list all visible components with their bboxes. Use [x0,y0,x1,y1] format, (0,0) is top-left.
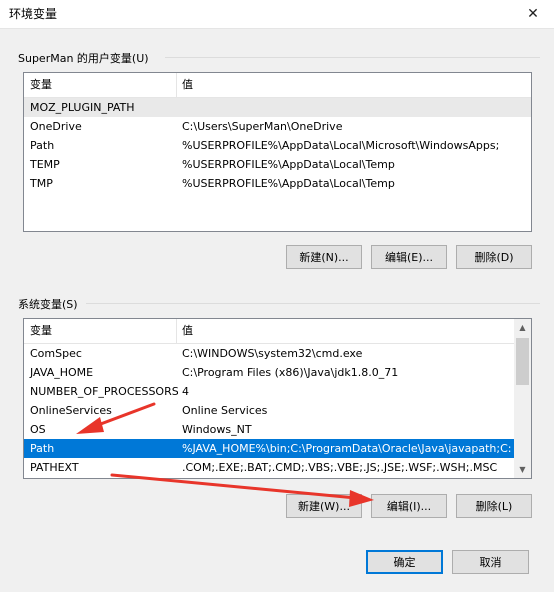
scrollbar-thumb[interactable] [516,338,529,385]
user-delete-button[interactable]: 删除(D) [456,245,532,269]
system-delete-button[interactable]: 删除(L) [456,494,532,518]
variable-name: OnlineServices [30,404,112,417]
variable-value: %USERPROFILE%\AppData\Local\Microsoft\Wi… [182,139,500,152]
variable-value: C:\Program Files (x86)\Java\jdk1.8.0_71 [182,366,399,379]
variable-name: OneDrive [30,120,82,133]
column-header-value[interactable]: 值 [176,319,193,343]
column-header-variable[interactable]: 变量 [24,319,180,343]
ok-button[interactable]: 确定 [366,550,443,574]
user-variables-label: SuperMan 的用户变量(U) [18,52,149,65]
variable-value: 4 [182,385,189,398]
variable-name: PATHEXT [30,461,79,474]
variable-value: Online Services [182,404,268,417]
scroll-down-icon[interactable]: ▼ [514,461,531,478]
variable-value: .COM;.EXE;.BAT;.CMD;.VBS;.VBE;.JS;.JSE;.… [182,461,498,474]
table-row[interactable]: OneDrive C:\Users\SuperMan\OneDrive [24,117,531,136]
column-header-value[interactable]: 值 [176,73,193,97]
variable-value: C:\WINDOWS\system32\cmd.exe [182,347,363,360]
list-header: 变量 值 [24,319,514,344]
variable-name: TEMP [30,158,60,171]
user-variables-list[interactable]: 变量 值 MOZ_PLUGIN_PATH OneDrive C:\Users\S… [23,72,532,232]
variable-name: ComSpec [30,347,82,360]
table-row[interactable]: MOZ_PLUGIN_PATH [24,98,531,117]
system-variables-list[interactable]: 变量 值 ComSpec C:\WINDOWS\system32\cmd.exe… [23,318,532,479]
title-bar: 环境变量 ✕ [0,0,554,29]
table-row[interactable]: PATHEXT .COM;.EXE;.BAT;.CMD;.VBS;.VBE;.J… [24,458,514,477]
table-row-selected[interactable]: Path %JAVA_HOME%\bin;C:\ProgramData\Orac… [24,439,514,458]
variable-name: OS [30,423,46,436]
window-title: 环境变量 [9,7,58,21]
close-icon[interactable]: ✕ [512,0,554,28]
group-divider [86,303,540,304]
system-variables-label: 系统变量(S) [18,298,78,311]
variable-name: TMP [30,177,53,190]
variable-name: Path [30,139,55,152]
variable-value: C:\Users\SuperMan\OneDrive [182,120,343,133]
variable-value: %USERPROFILE%\AppData\Local\Temp [182,177,395,190]
variable-value: %USERPROFILE%\AppData\Local\Temp [182,158,395,171]
table-row[interactable]: Path %USERPROFILE%\AppData\Local\Microso… [24,136,531,155]
variable-name: JAVA_HOME [30,366,94,379]
table-row[interactable]: OS Windows_NT [24,420,514,439]
variable-name: MOZ_PLUGIN_PATH [30,101,135,114]
table-row[interactable]: OnlineServices Online Services [24,401,514,420]
table-row[interactable]: TMP %USERPROFILE%\AppData\Local\Temp [24,174,531,193]
group-divider [165,57,540,58]
variable-value: %JAVA_HOME%\bin;C:\ProgramData\Oracle\Ja… [182,442,512,455]
table-row[interactable]: ComSpec C:\WINDOWS\system32\cmd.exe [24,344,514,363]
column-header-variable[interactable]: 变量 [24,73,180,97]
user-edit-button[interactable]: 编辑(E)... [371,245,447,269]
table-row[interactable]: NUMBER_OF_PROCESSORS 4 [24,382,514,401]
table-row[interactable]: JAVA_HOME C:\Program Files (x86)\Java\jd… [24,363,514,382]
table-row[interactable]: TEMP %USERPROFILE%\AppData\Local\Temp [24,155,531,174]
system-edit-button[interactable]: 编辑(I)... [371,494,447,518]
vertical-scrollbar[interactable]: ▲ ▼ [514,319,531,478]
cancel-button[interactable]: 取消 [452,550,529,574]
system-new-button[interactable]: 新建(W)... [286,494,362,518]
variable-value: Windows_NT [182,423,252,436]
variable-name: NUMBER_OF_PROCESSORS [30,385,178,398]
variable-name: Path [30,442,55,455]
scroll-up-icon[interactable]: ▲ [514,319,531,336]
list-header: 变量 值 [24,73,531,98]
user-new-button[interactable]: 新建(N)... [286,245,362,269]
